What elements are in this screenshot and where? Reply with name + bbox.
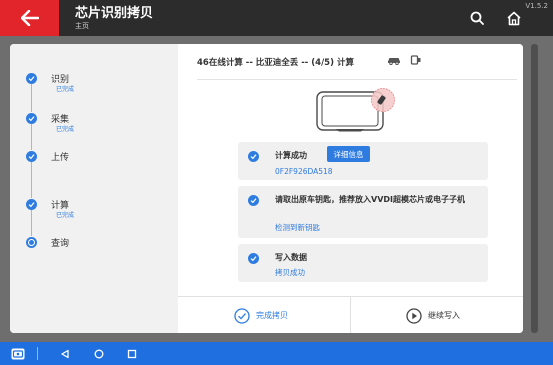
check-icon — [26, 151, 37, 162]
result-card-key: 请取出原车钥匙，推荐放入VVDI超模芯片或电子子机 检测到新钥匙 — [238, 186, 488, 238]
card-title: 写入数据 — [275, 253, 307, 262]
home-button[interactable] — [505, 9, 523, 27]
step-label: 查询 — [51, 239, 70, 249]
back-button[interactable] — [0, 0, 59, 36]
app-title: 芯片识别拷贝 — [75, 6, 154, 21]
step-connector — [31, 162, 32, 198]
finish-copy-label: 完成拷贝 — [256, 311, 288, 320]
check-icon — [248, 151, 259, 162]
step-status: 已完成 — [56, 212, 75, 219]
check-icon — [26, 113, 37, 124]
version-label: V1.5.2 — [525, 2, 548, 10]
step-status: 已完成 — [56, 86, 75, 93]
tablet-device-icon — [316, 88, 395, 132]
steps-sidebar: 识别 已完成 采集 已完成 上传 计算 已完成 查询 — [10, 44, 178, 333]
continue-write-label: 继续写入 — [428, 311, 460, 320]
nav-home-button[interactable] — [92, 342, 106, 365]
step-label: 上传 — [51, 153, 70, 163]
app-subtitle: 主页 — [75, 22, 89, 30]
app-bar: 芯片识别拷贝 主页 V1.5.2 — [0, 0, 553, 36]
check-icon — [248, 195, 259, 206]
check-icon — [26, 199, 37, 210]
search-icon — [470, 11, 484, 25]
card-subtitle: 检测到新钥匙 — [275, 223, 320, 232]
search-button[interactable] — [468, 9, 486, 27]
card-title: 计算成功 — [275, 151, 307, 160]
card-subtitle: 0F2F926DA518 — [275, 167, 333, 176]
circle-home-icon — [94, 349, 104, 358]
step-connector — [31, 124, 32, 150]
scrollbar[interactable] — [531, 44, 538, 333]
bottom-action-bar: 完成拷贝 继续写入 — [178, 296, 523, 333]
car-icon[interactable] — [387, 54, 401, 66]
nav-back-button[interactable] — [58, 342, 72, 365]
card-subtitle: 拷贝成功 — [275, 268, 305, 277]
main-content: 46在线计算 -- 比亚迪全丢 -- (4/5) 计算 计算成功 详细信息 0F… — [178, 44, 523, 333]
vvdi-app-button[interactable] — [10, 342, 26, 365]
current-step-icon — [26, 237, 37, 248]
main-panel: 识别 已完成 采集 已完成 上传 计算 已完成 查询 46在线计算 -- 比亚迪… — [10, 44, 523, 333]
finish-copy-button[interactable]: 完成拷贝 — [234, 297, 288, 333]
vvdi-logo-icon — [11, 348, 25, 359]
key-programmer-icon[interactable] — [409, 54, 423, 66]
header-divider — [197, 79, 517, 80]
detail-info-button[interactable]: 详细信息 — [327, 146, 370, 162]
step-connector — [31, 84, 32, 112]
home-icon — [507, 11, 521, 25]
continue-write-button[interactable]: 继续写入 — [406, 297, 460, 333]
result-card-write: 写入数据 拷贝成功 — [238, 244, 488, 282]
system-nav-bar — [0, 342, 553, 365]
page-title: 46在线计算 -- 比亚迪全丢 -- (4/5) 计算 — [197, 58, 354, 68]
step-connector — [31, 210, 32, 236]
check-icon — [248, 253, 259, 264]
square-recents-icon — [127, 349, 137, 358]
nav-separator — [37, 347, 38, 360]
triangle-back-icon — [61, 349, 69, 358]
step-status: 已完成 — [56, 126, 75, 133]
check-circle-icon — [234, 307, 250, 324]
result-card-calc: 计算成功 详细信息 0F2F926DA518 — [238, 142, 488, 180]
play-circle-icon — [406, 307, 422, 324]
bottom-divider — [350, 297, 351, 333]
back-arrow-icon — [20, 10, 39, 26]
check-icon — [26, 73, 37, 84]
card-title: 请取出原车钥匙，推荐放入VVDI超模芯片或电子子机 — [275, 195, 465, 204]
nav-recents-button[interactable] — [125, 342, 139, 365]
